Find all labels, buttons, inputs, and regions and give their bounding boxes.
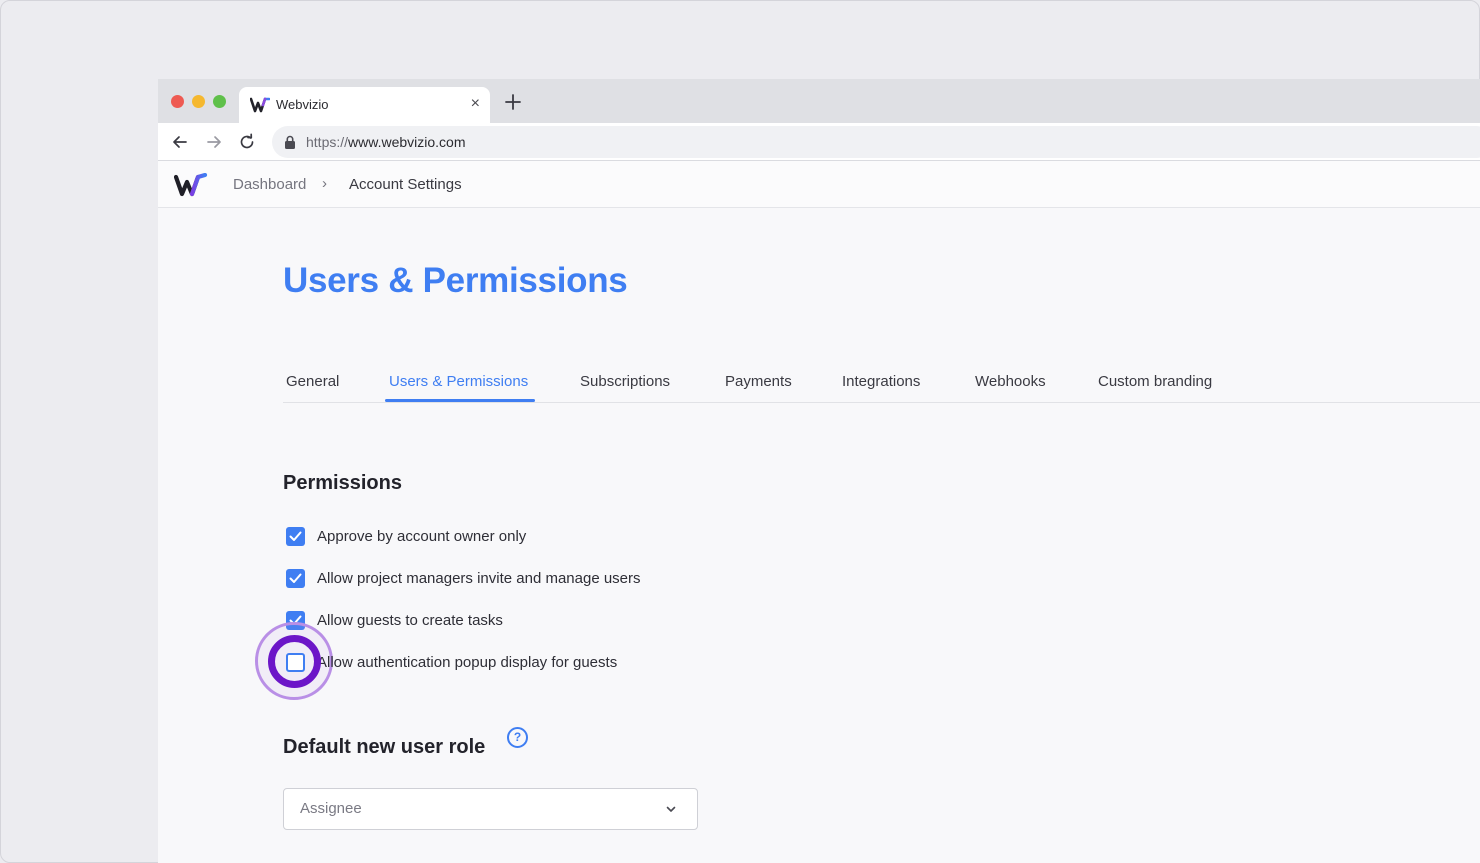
reload-icon[interactable]	[238, 133, 256, 151]
breadcrumb-separator: ›	[322, 175, 327, 192]
webvizio-logo-icon[interactable]	[174, 173, 208, 197]
breadcrumb-account-settings: Account Settings	[349, 176, 462, 193]
tab-custom-branding[interactable]: Custom branding	[1098, 373, 1212, 390]
address-bar[interactable]: https://www.webvizio.com	[272, 126, 1480, 158]
app-header: Dashboard › Account Settings	[158, 161, 1480, 208]
permission-label: Allow authentication popup display for g…	[317, 654, 618, 671]
select-value: Assignee	[300, 800, 362, 817]
arrow-right-icon[interactable]	[205, 133, 223, 151]
lock-icon	[285, 135, 295, 149]
checkbox-checked[interactable]	[286, 569, 305, 588]
address-bar-url: https://www.webvizio.com	[306, 134, 466, 150]
tab-subscriptions[interactable]: Subscriptions	[580, 373, 670, 390]
tab-webhooks[interactable]: Webhooks	[975, 373, 1046, 390]
browser-window: Webvizio × https://www.webvizio.com Dash…	[158, 79, 1480, 863]
tab-integrations[interactable]: Integrations	[842, 373, 920, 390]
close-icon[interactable]: ×	[471, 95, 480, 113]
browser-toolbar: https://www.webvizio.com	[158, 123, 1480, 161]
window-close-button[interactable]	[171, 95, 184, 108]
chevron-down-icon	[666, 806, 676, 812]
browser-tabstrip: Webvizio ×	[158, 79, 1480, 123]
browser-tab-title: Webvizio	[276, 97, 329, 112]
click-highlight-ring	[268, 635, 321, 688]
default-role-heading: Default new user role	[283, 736, 486, 758]
plus-icon[interactable]	[503, 92, 523, 112]
active-tab-indicator	[385, 399, 535, 402]
checkbox-checked[interactable]	[286, 527, 305, 546]
checkmark-icon	[289, 531, 302, 541]
window-maximize-button[interactable]	[213, 95, 226, 108]
settings-tabs: General Users & Permissions Subscription…	[283, 361, 1480, 403]
permission-label: Allow guests to create tasks	[317, 612, 503, 629]
tab-payments[interactable]: Payments	[725, 373, 792, 390]
checkmark-icon	[289, 573, 302, 583]
url-host: www.webvizio.com	[348, 134, 466, 150]
tab-general[interactable]: General	[286, 373, 339, 390]
question-circle-icon[interactable]: ?	[507, 727, 528, 748]
breadcrumb-dashboard[interactable]: Dashboard	[233, 176, 306, 193]
page-title: Users & Permissions	[283, 261, 628, 300]
browser-tab[interactable]: Webvizio ×	[239, 87, 490, 123]
permissions-heading: Permissions	[283, 472, 402, 494]
window-minimize-button[interactable]	[192, 95, 205, 108]
permission-label: Allow project managers invite and manage…	[317, 570, 641, 587]
url-protocol: https://	[306, 134, 349, 150]
default-role-select[interactable]: Assignee	[283, 788, 698, 830]
webvizio-logo-icon	[250, 97, 270, 113]
tab-users-permissions[interactable]: Users & Permissions	[389, 373, 528, 390]
permission-label: Approve by account owner only	[317, 528, 527, 545]
arrow-left-icon[interactable]	[171, 133, 189, 151]
